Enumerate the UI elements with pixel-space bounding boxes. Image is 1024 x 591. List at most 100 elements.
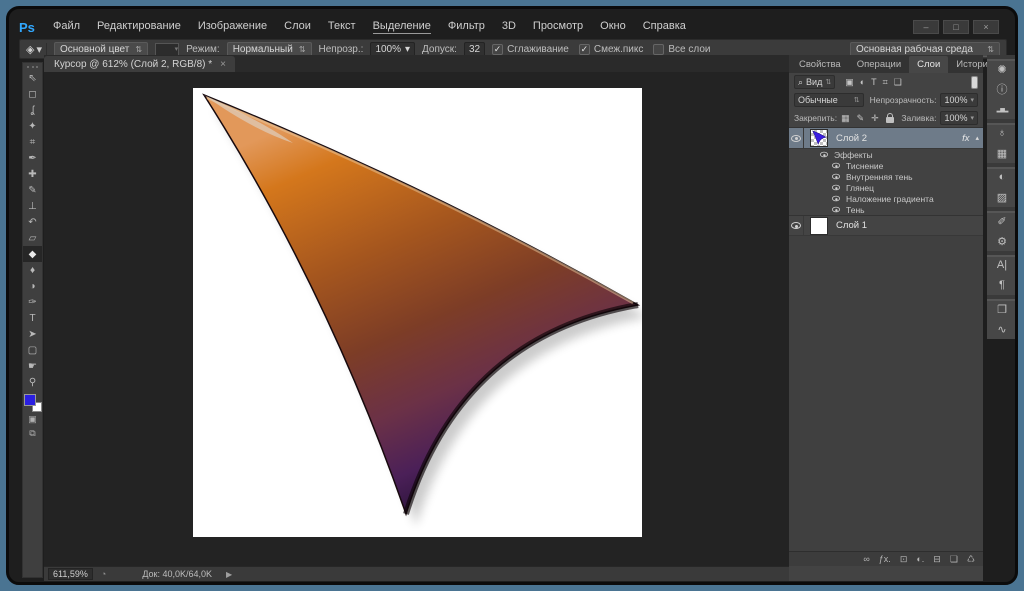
paint-bucket-tool[interactable]: ◆ (23, 246, 42, 262)
marquee-tool[interactable]: ◻ (23, 86, 42, 102)
filter-kind-select[interactable]: ⌕ Вид ⇅ (794, 75, 835, 89)
menu-item[interactable]: 3D (502, 20, 516, 34)
screen-mode-button[interactable]: ⧉ (29, 426, 35, 440)
layer-group-icon[interactable]: ⊟ (933, 554, 941, 565)
brush-panel-icon[interactable]: ✐ (987, 207, 1017, 231)
eye-icon[interactable] (832, 174, 840, 180)
contiguous-checkbox[interactable]: ✓ Смеж.пикс (579, 44, 644, 55)
toolbar-grip[interactable] (27, 66, 38, 68)
close-icon[interactable]: × (220, 59, 226, 70)
clone-stamp-tool[interactable]: ⊥ (23, 198, 42, 214)
menu-item[interactable]: Изображение (198, 20, 267, 34)
eye-icon[interactable] (832, 207, 840, 213)
quick-selection-tool[interactable]: ✦ (23, 118, 42, 134)
filter-adjustment-layers-icon[interactable]: ◐ (860, 77, 865, 88)
quick-mask-button[interactable]: ▣ (28, 412, 37, 426)
eyedropper-tool[interactable]: ✒ (23, 150, 42, 166)
layer-opacity-field[interactable]: 100% ▾ (940, 93, 978, 107)
eye-icon[interactable] (832, 196, 840, 202)
adjustments-panel-icon[interactable]: ◐ (987, 163, 1017, 187)
tab-layers[interactable]: Слои (909, 56, 948, 73)
filter-smart-objects-icon[interactable]: ❑ (894, 77, 902, 88)
histogram-panel-icon[interactable]: ▂▅▂ (987, 99, 1017, 119)
layer-effect-row[interactable]: Тиснение (789, 160, 983, 171)
filter-pixel-layers-icon[interactable]: ▣ (845, 77, 854, 88)
paragraph-panel-icon[interactable]: ¶ (987, 275, 1017, 295)
lock-all-icon[interactable] (886, 117, 894, 123)
minimize-button[interactable]: – (913, 20, 939, 34)
hand-tool[interactable]: ☛ (23, 358, 42, 374)
zoom-tool[interactable]: ⚲ (23, 374, 42, 390)
layer-effect-row[interactable]: Тень (789, 204, 983, 215)
menu-item[interactable]: Слои (284, 20, 311, 34)
eye-icon[interactable] (832, 185, 840, 191)
lock-transparency-icon[interactable]: ▦ (841, 113, 850, 124)
visibility-toggle[interactable] (789, 216, 804, 235)
move-tool[interactable]: ⇖ (23, 70, 42, 86)
crop-tool[interactable]: ⌗ (23, 134, 42, 150)
healing-brush-tool[interactable]: ✚ (23, 166, 42, 182)
dodge-tool[interactable]: ◑ (23, 278, 42, 294)
brush-tool[interactable]: ✎ (23, 182, 42, 198)
delete-layer-icon[interactable]: ♺ (967, 554, 975, 565)
menu-item[interactable]: Справка (643, 20, 686, 34)
visibility-toggle[interactable] (789, 128, 804, 148)
layer-row-layer1[interactable]: Слой 1 (789, 215, 983, 236)
layer-name[interactable]: Слой 1 (836, 220, 867, 231)
brush-presets-panel-icon[interactable]: ⚙ (987, 231, 1017, 251)
layer-mask-icon[interactable]: ⊡ (900, 554, 908, 565)
eye-icon[interactable] (832, 163, 840, 169)
type-tool[interactable]: T (23, 310, 42, 326)
foreground-color-swatch[interactable] (24, 394, 36, 406)
layer-style-icon[interactable]: ƒx. (879, 554, 891, 565)
menu-item[interactable]: Выделение (373, 20, 431, 34)
document-tab[interactable]: Курсор @ 612% (Слой 2, RGB/8) * × (44, 56, 235, 72)
tab-properties[interactable]: Свойства (791, 56, 849, 73)
layer-effect-row[interactable]: Внутренняя тень (789, 171, 983, 182)
eye-icon[interactable] (820, 152, 828, 158)
lock-pixels-icon[interactable]: ✎ (857, 113, 865, 124)
color-panel-icon[interactable]: ✺ (987, 55, 1017, 79)
status-sync-icon[interactable]: ◔ (101, 569, 106, 579)
close-button[interactable]: × (973, 20, 999, 34)
link-layers-icon[interactable]: ∞ (863, 554, 869, 565)
layer-fx-badge[interactable]: fx (962, 133, 969, 144)
tab-actions[interactable]: Операции (849, 56, 909, 73)
clone-source-panel-icon[interactable]: ❐ (987, 295, 1017, 319)
filter-shape-layers-icon[interactable]: ⌗ (883, 77, 888, 88)
layer1-thumbnail[interactable] (810, 217, 828, 235)
navigator-panel-icon[interactable]: ▦ (987, 143, 1017, 163)
layer-effect-row[interactable]: Наложение градиента (789, 193, 983, 204)
maximize-button[interactable]: □ (943, 20, 969, 34)
styles-panel-icon[interactable]: ▨ (987, 187, 1017, 207)
layer-effect-row[interactable]: Глянец (789, 182, 983, 193)
pen-tool[interactable]: ✑ (23, 294, 42, 310)
zoom-level-field[interactable]: 611,59% (48, 568, 93, 580)
lock-position-icon[interactable]: ✛ (871, 113, 879, 124)
lasso-tool[interactable]: ʆ (23, 102, 42, 118)
canvas-region[interactable] (44, 72, 789, 566)
layer-row-layer2[interactable]: Слой 2 fx ▴ (789, 128, 983, 149)
all-layers-checkbox[interactable]: Все слои (653, 44, 710, 55)
anti-alias-checkbox[interactable]: ✓ Сглаживание (492, 44, 569, 55)
menu-item[interactable]: Редактирование (97, 20, 181, 34)
eraser-tool[interactable]: ▱ (23, 230, 42, 246)
character-panel-icon[interactable]: A| (987, 251, 1017, 275)
collapse-effects-icon[interactable]: ▴ (975, 134, 979, 142)
adjustment-layer-icon[interactable]: ◐. (916, 554, 924, 565)
canvas-image[interactable] (193, 88, 642, 537)
layer-blend-mode-select[interactable]: Обычные ⇅ (794, 93, 864, 107)
shape-tool[interactable]: ▢ (23, 342, 42, 358)
blur-tool[interactable]: ♦ (23, 262, 42, 278)
history-brush-tool[interactable]: ↶ (23, 214, 42, 230)
menu-item[interactable]: Фильтр (448, 20, 485, 34)
timeline-panel-icon[interactable]: ∿ (987, 319, 1017, 339)
menu-item[interactable]: Текст (328, 20, 356, 34)
layer2-thumbnail[interactable] (810, 129, 828, 147)
new-layer-icon[interactable]: ❏ (950, 554, 958, 565)
menu-item[interactable]: Просмотр (533, 20, 583, 34)
menu-item[interactable]: Файл (53, 20, 80, 34)
3d-panel-icon[interactable]: ♁ (987, 119, 1017, 143)
pattern-swatch[interactable]: ▾ (155, 43, 179, 56)
info-panel-icon[interactable]: ⓘ (987, 79, 1017, 99)
